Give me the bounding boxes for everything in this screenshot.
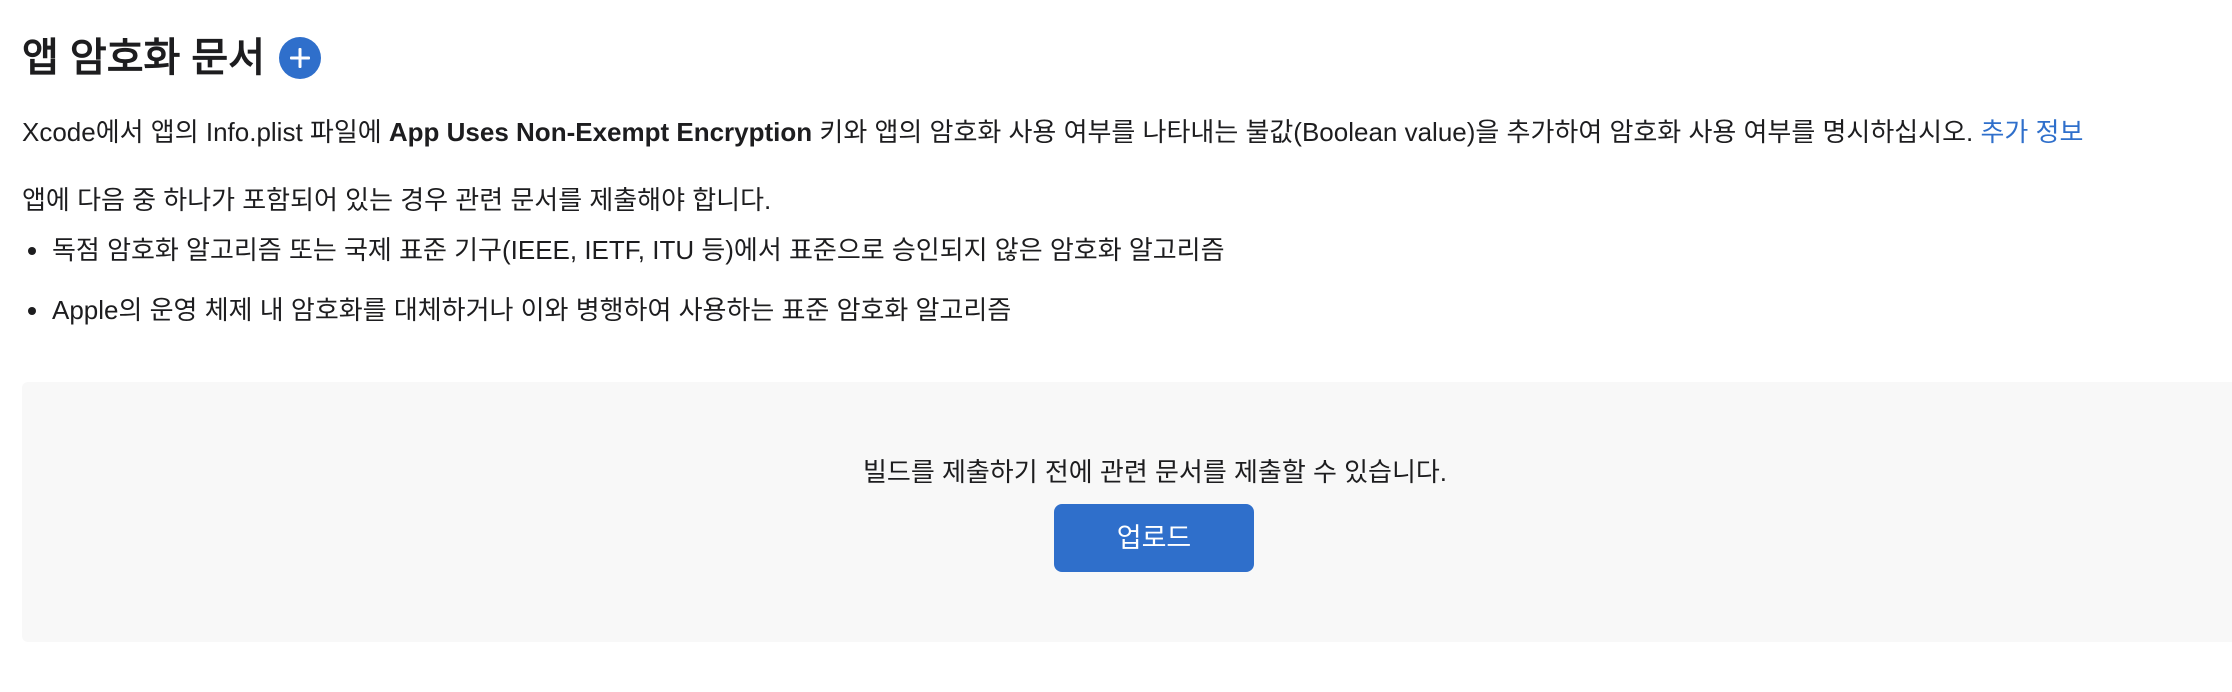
intro-suffix: 키와 앱의 암호화 사용 여부를 나타내는 불값(Boolean value)을…: [812, 117, 1981, 147]
upload-message: 빌드를 제출하기 전에 관련 문서를 제출할 수 있습니다.: [862, 457, 1448, 487]
list-item: Apple의 운영 체제 내 암호화를 대체하거나 이와 병행하여 사용하는 표…: [22, 290, 1225, 330]
upload-button[interactable]: 업로드: [1054, 504, 1254, 572]
requirement-text: 앱에 다음 중 하나가 포함되어 있는 경우 관련 문서를 제출해야 합니다.: [22, 185, 772, 215]
page-title: 앱 암호화 문서: [22, 36, 266, 80]
page-header: 앱 암호화 문서: [22, 30, 322, 86]
more-info-link[interactable]: 추가 정보: [1980, 117, 2083, 147]
list-item-text: 독점 암호화 알고리즘 또는 국제 표준 기구(IEEE, IETF, ITU …: [52, 235, 1225, 265]
list-item: 독점 암호화 알고리즘 또는 국제 표준 기구(IEEE, IETF, ITU …: [22, 230, 1225, 270]
plus-circle-icon: [288, 46, 312, 70]
intro-text: Xcode에서 앱의 Info.plist 파일에 App Uses Non-E…: [22, 112, 2083, 152]
intro-prefix: Xcode에서 앱의 Info.plist 파일에: [22, 117, 389, 147]
requirement-list: 독점 암호화 알고리즘 또는 국제 표준 기구(IEEE, IETF, ITU …: [22, 230, 1225, 330]
bullet-icon: [28, 307, 36, 315]
list-item-text: Apple의 운영 체제 내 암호화를 대체하거나 이와 병행하여 사용하는 표…: [52, 295, 1012, 325]
encryption-key-name: App Uses Non-Exempt Encryption: [388, 117, 813, 147]
add-document-button[interactable]: [279, 37, 322, 79]
bullet-icon: [28, 247, 36, 255]
upload-panel: 빌드를 제출하기 전에 관련 문서를 제출할 수 있습니다. 업로드: [22, 382, 2232, 642]
